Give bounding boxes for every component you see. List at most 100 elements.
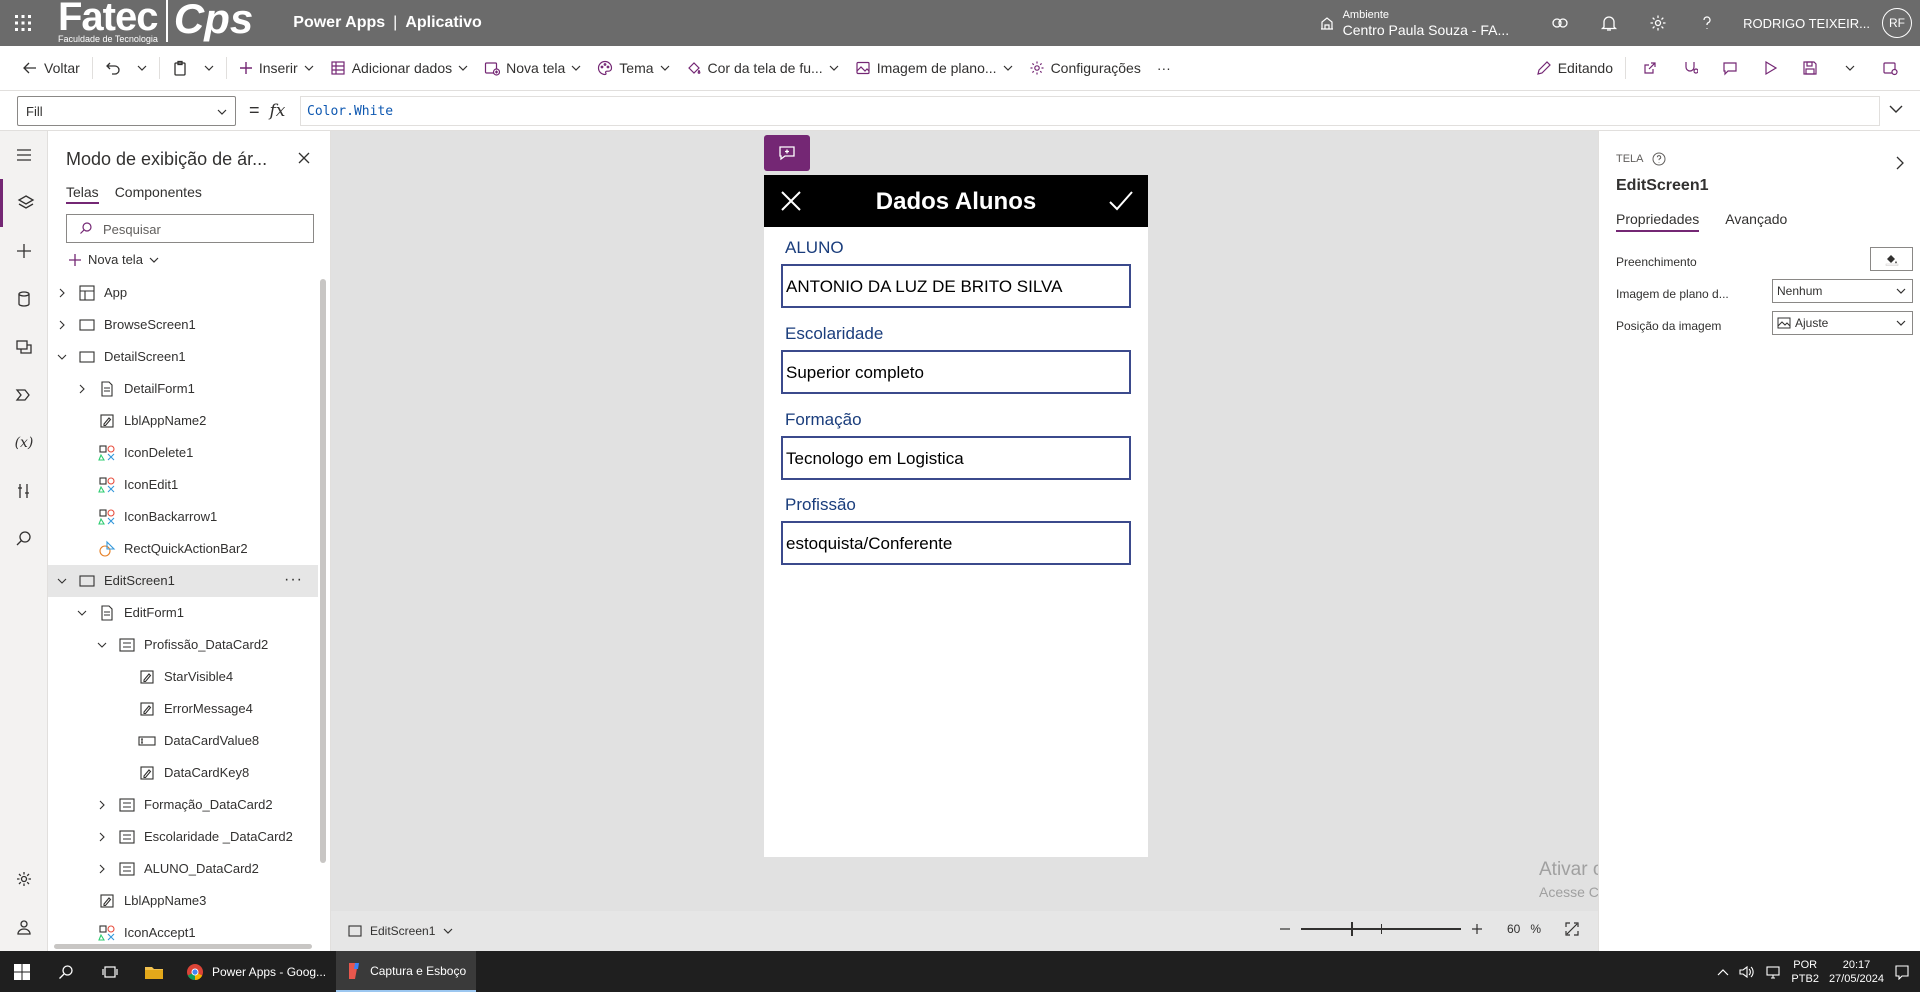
screen-selector[interactable]: EditScreen1 bbox=[348, 924, 453, 938]
tray-overflow-chevron-up-icon[interactable] bbox=[1717, 967, 1729, 977]
paste-button[interactable] bbox=[164, 46, 196, 91]
tree-node-datacard[interactable]: Profissão_DataCard2 bbox=[48, 629, 318, 661]
windows-start-icon[interactable] bbox=[0, 951, 44, 992]
tree-node-app[interactable]: App bbox=[48, 277, 318, 309]
tree-expand-chevron-icon[interactable] bbox=[96, 639, 108, 651]
help-circle-icon[interactable] bbox=[1652, 152, 1666, 166]
settings-button[interactable]: Configurações bbox=[1021, 46, 1149, 91]
expand-formula-chevron-icon[interactable] bbox=[1888, 101, 1904, 117]
field-input-profissao[interactable]: estoquista/Conferente bbox=[781, 521, 1131, 565]
property-selector[interactable]: Fill bbox=[17, 96, 236, 126]
zoom-out-icon[interactable] bbox=[1279, 923, 1291, 935]
tree-scrollbar-vertical[interactable] bbox=[320, 279, 326, 863]
help-icon[interactable] bbox=[1682, 0, 1731, 46]
tree-expand-chevron-icon[interactable] bbox=[76, 383, 88, 395]
fit-to-window-icon[interactable] bbox=[1565, 922, 1579, 936]
tree-node-detail-form[interactable]: DetailForm1 bbox=[48, 373, 318, 405]
tree-node-label[interactable]: StarVisible4 bbox=[48, 661, 318, 693]
tree-node-icon[interactable]: IconBackarrow1 bbox=[48, 501, 318, 533]
insert-button[interactable]: Inserir bbox=[231, 46, 322, 91]
fill-color-picker[interactable] bbox=[1870, 247, 1913, 271]
task-view-icon[interactable] bbox=[88, 951, 132, 992]
back-button[interactable]: Voltar bbox=[14, 46, 88, 91]
save-dropdown-chevron-icon[interactable] bbox=[1830, 46, 1870, 91]
theme-button[interactable]: Tema bbox=[589, 46, 677, 91]
tree-node-label[interactable]: LblAppName3 bbox=[48, 885, 318, 917]
tree-node-datacard-value[interactable]: DataCardValue8 bbox=[48, 725, 318, 757]
tree-node-label[interactable]: LblAppName2 bbox=[48, 405, 318, 437]
avatar[interactable]: RF bbox=[1882, 8, 1912, 38]
taskbar-app-snip[interactable]: Captura e Esboço bbox=[336, 951, 477, 992]
tab-components[interactable]: Componentes bbox=[115, 184, 202, 204]
taskbar-search-icon[interactable] bbox=[44, 951, 88, 992]
new-screen-button[interactable]: Nova tela bbox=[476, 46, 589, 91]
editing-mode-button[interactable]: Editando bbox=[1528, 46, 1621, 91]
tree-node-datacard[interactable]: Formação_DataCard2 bbox=[48, 789, 318, 821]
tree-expand-chevron-icon[interactable] bbox=[56, 575, 68, 587]
volume-icon[interactable] bbox=[1739, 965, 1755, 979]
user-name[interactable]: RODRIGO TEIXEIR... bbox=[1743, 16, 1870, 31]
add-data-button[interactable]: Adicionar dados bbox=[322, 46, 476, 91]
more-commands-button[interactable]: ··· bbox=[1149, 46, 1179, 91]
tab-screens[interactable]: Telas bbox=[66, 184, 99, 204]
zoom-in-icon[interactable] bbox=[1471, 923, 1483, 935]
paste-dropdown[interactable] bbox=[196, 46, 222, 91]
tab-properties[interactable]: Propriedades bbox=[1616, 211, 1700, 232]
edit-screen-preview[interactable]: Dados Alunos ALUNO ANTONIO DA LUZ DE BRI… bbox=[764, 175, 1148, 857]
power-automate-icon[interactable] bbox=[0, 371, 48, 419]
settings-gear-icon[interactable] bbox=[1633, 0, 1682, 46]
tree-expand-chevron-icon[interactable] bbox=[96, 863, 108, 875]
tree-node-datacard-key[interactable]: DataCardKey8 bbox=[48, 757, 318, 789]
close-icon[interactable] bbox=[297, 151, 311, 165]
undo-dropdown[interactable] bbox=[129, 46, 155, 91]
tree-search-input[interactable]: Pesquisar bbox=[66, 214, 314, 243]
tree-node-more-button[interactable]: ··· bbox=[284, 571, 303, 589]
collapse-pane-chevron-icon[interactable] bbox=[1894, 155, 1906, 171]
add-comment-button[interactable] bbox=[764, 135, 810, 171]
background-image-dropdown[interactable]: Nenhum bbox=[1772, 279, 1913, 303]
tree-new-screen-button[interactable]: Nova tela bbox=[68, 252, 159, 267]
environment-picker[interactable]: Ambiente Centro Paula Souza - FA... bbox=[1319, 9, 1509, 38]
insert-plus-icon[interactable] bbox=[0, 227, 48, 275]
tree-node-rectangle[interactable]: RectQuickActionBar2 bbox=[48, 533, 318, 565]
notifications-icon[interactable] bbox=[1584, 0, 1633, 46]
field-input-escolaridade[interactable]: Superior completo bbox=[781, 350, 1131, 394]
file-explorer-icon[interactable] bbox=[132, 951, 176, 992]
tree-expand-chevron-icon[interactable] bbox=[56, 287, 68, 299]
taskbar-app-chrome[interactable]: Power Apps - Goog... bbox=[176, 951, 336, 992]
background-image-button[interactable]: Imagem de plano... bbox=[847, 46, 1021, 91]
tree-node-edit-form[interactable]: EditForm1 bbox=[48, 597, 318, 629]
tree-node-icon[interactable]: IconEdit1 bbox=[48, 469, 318, 501]
tree-node-edit-screen[interactable]: EditScreen1 ··· bbox=[48, 565, 318, 597]
tree-node-label[interactable]: ErrorMessage4 bbox=[48, 693, 318, 725]
zoom-slider[interactable] bbox=[1301, 922, 1461, 936]
tree-expand-chevron-icon[interactable] bbox=[96, 799, 108, 811]
tree-node-detail-screen[interactable]: DetailScreen1 bbox=[48, 341, 318, 373]
variables-icon[interactable]: (x) bbox=[0, 419, 48, 467]
hamburger-menu-icon[interactable] bbox=[0, 131, 48, 179]
notification-center-icon[interactable] bbox=[1894, 964, 1910, 980]
tree-expand-chevron-icon[interactable] bbox=[96, 831, 108, 843]
network-icon[interactable] bbox=[1765, 965, 1781, 979]
advanced-tools-icon[interactable] bbox=[0, 467, 48, 515]
clock[interactable]: 20:17 27/05/2024 bbox=[1829, 958, 1884, 986]
tree-node-icon[interactable]: IconDelete1 bbox=[48, 437, 318, 469]
waffle-icon[interactable] bbox=[0, 0, 46, 46]
data-cylinder-icon[interactable] bbox=[0, 275, 48, 323]
save-icon[interactable] bbox=[1790, 46, 1830, 91]
tree-node-browse-screen[interactable]: BrowseScreen1 bbox=[48, 309, 318, 341]
tree-scrollbar-horizontal[interactable] bbox=[54, 944, 312, 949]
copilot-icon[interactable] bbox=[1535, 0, 1584, 46]
tab-advanced[interactable]: Avançado bbox=[1725, 211, 1787, 232]
media-icon[interactable] bbox=[0, 323, 48, 371]
publish-icon[interactable] bbox=[1870, 46, 1910, 91]
field-input-aluno[interactable]: ANTONIO DA LUZ DE BRITO SILVA bbox=[781, 264, 1131, 308]
preview-play-icon[interactable] bbox=[1750, 46, 1790, 91]
tree-expand-chevron-icon[interactable] bbox=[56, 351, 68, 363]
search-icon[interactable] bbox=[0, 515, 48, 563]
background-color-button[interactable]: Cor da tela de fu... bbox=[678, 46, 847, 91]
undo-button[interactable] bbox=[97, 46, 129, 91]
formula-input[interactable]: Color.White bbox=[300, 96, 1880, 126]
virtual-agent-icon[interactable] bbox=[0, 903, 48, 951]
comments-icon[interactable] bbox=[1710, 46, 1750, 91]
